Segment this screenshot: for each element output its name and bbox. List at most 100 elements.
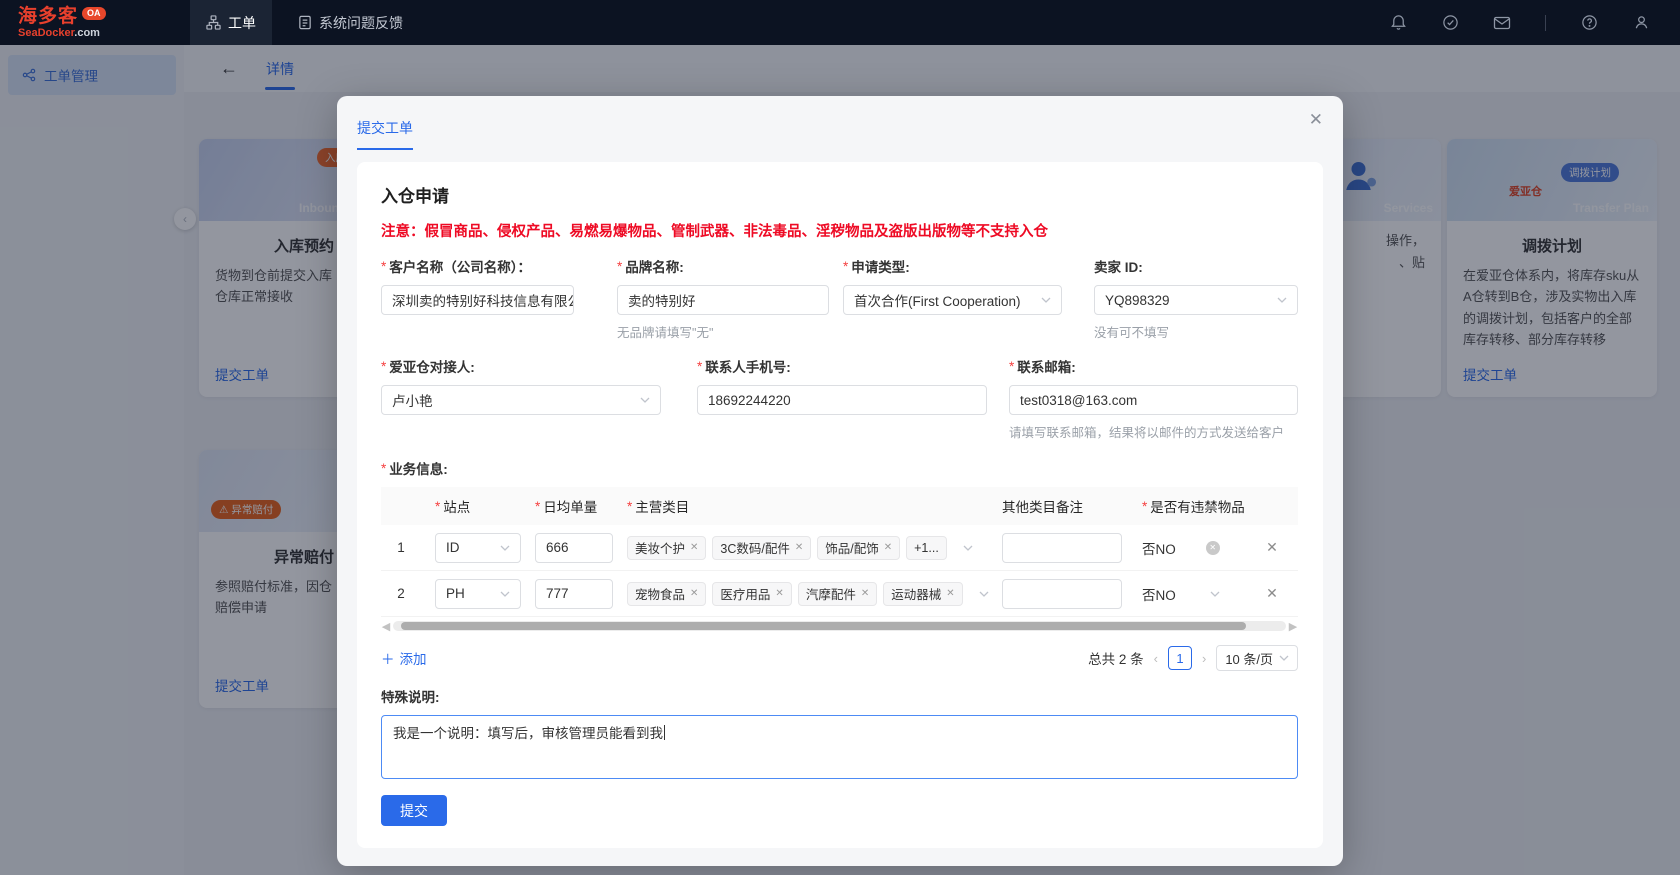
clear-icon[interactable]: ✕ (1206, 541, 1220, 555)
tag-close-icon[interactable]: ✕ (775, 588, 783, 599)
business-row-1: 1 ID 666 美妆个护✕ 3C数码/配件✕ 饰品/配饰✕ +1... (381, 525, 1246, 571)
warehouse-entry-form: 入仓申请 注意：假冒商品、侵权产品、易燃易爆物品、管制武器、非法毒品、淫秽物品及… (357, 162, 1323, 848)
tag-close-icon[interactable]: ✕ (690, 588, 698, 599)
business-table-scroll-area: *站点 *日均单量 *主营类目 其他类目备注 *是否有违禁物品 1 ID 666 (381, 487, 1246, 617)
scrollbar-thumb[interactable] (401, 622, 1246, 630)
topbar-actions (1389, 14, 1650, 32)
row-delete-button[interactable]: ✕ (1266, 585, 1278, 602)
email-hint: 请填写联系邮箱，结果将以邮件的方式发送给客户 (1009, 422, 1298, 441)
nav-feedback[interactable]: 系统问题反馈 (282, 0, 419, 45)
category-tag[interactable]: 美妆个护✕ (627, 536, 706, 560)
business-row-2: 2 PH 777 宠物食品✕ 医疗用品✕ 汽摩配件✕ 运动器械✕ (381, 571, 1246, 617)
form-row-1: *客户名称（公司名称）： 深圳卖的特别好科技信息有限公司 *品牌名称: 卖的特别… (381, 256, 1299, 341)
category-tag[interactable]: 饰品/配饰✕ (817, 536, 900, 560)
email-label: *联系邮箱: (1009, 356, 1298, 376)
daily-volume-input[interactable]: 666 (535, 533, 613, 563)
col-daily-volume: *日均单量 (521, 496, 613, 516)
chevron-down-icon (1277, 297, 1287, 303)
col-other-note: 其他类目备注 (988, 496, 1128, 516)
chevron-down-icon (1210, 591, 1220, 597)
daily-volume-input[interactable]: 777 (535, 579, 613, 609)
nav-workorder[interactable]: 工单 (190, 0, 272, 45)
prev-page-icon[interactable]: ‹ (1154, 651, 1158, 666)
category-tag[interactable]: 医疗用品✕ (712, 582, 791, 606)
page-size-select[interactable]: 10 条/页 (1216, 645, 1298, 671)
page-1-button[interactable]: 1 (1168, 646, 1192, 670)
horizontal-scrollbar[interactable]: ◀ ▶ (381, 620, 1298, 632)
row-index: 1 (381, 540, 421, 555)
category-more-tag[interactable]: +1... (906, 536, 947, 560)
chevron-down-icon (640, 397, 650, 403)
submit-button[interactable]: 提交 (381, 795, 447, 826)
contact-person-select[interactable]: 卢小艳 (381, 385, 661, 415)
scroll-left-icon[interactable]: ◀ (381, 620, 391, 633)
business-table: *站点 *日均单量 *主营类目 其他类目备注 *是否有违禁物品 1 ID 666 (381, 487, 1299, 617)
check-circle-icon[interactable] (1441, 14, 1459, 32)
tag-close-icon[interactable]: ✕ (795, 542, 803, 553)
category-multiselect[interactable]: 宠物食品✕ 医疗用品✕ 汽摩配件✕ 运动器械✕ (627, 582, 989, 606)
chevron-down-icon (963, 545, 973, 551)
category-tag[interactable]: 汽摩配件✕ (798, 582, 877, 606)
col-site: *站点 (421, 496, 521, 516)
col-prohibited: *是否有违禁物品 (1128, 496, 1246, 516)
customer-name-label: *客户名称（公司名称）： (381, 256, 617, 276)
brand-name-input[interactable]: 卖的特别好 (617, 285, 829, 315)
brand-name-label: *品牌名称: (617, 256, 843, 276)
tag-close-icon[interactable]: ✕ (946, 588, 954, 599)
chevron-down-icon (1279, 655, 1289, 661)
logo-oa-badge: OA (82, 7, 106, 20)
phone-label: *联系人手机号: (697, 356, 1009, 376)
customer-name-input[interactable]: 深圳卖的特别好科技信息有限公司 (381, 285, 574, 315)
bell-icon[interactable] (1389, 14, 1407, 32)
logo[interactable]: 海多客OA SeaDocker.com (18, 7, 168, 39)
tag-close-icon[interactable]: ✕ (884, 542, 892, 553)
nav-feedback-label: 系统问题反馈 (319, 13, 403, 33)
tag-close-icon[interactable]: ✕ (690, 542, 698, 553)
site-select[interactable]: ID (435, 533, 521, 563)
sitemap-icon (206, 15, 221, 30)
category-multiselect[interactable]: 美妆个护✕ 3C数码/配件✕ 饰品/配饰✕ +1... (627, 536, 973, 560)
next-page-icon[interactable]: › (1202, 651, 1206, 666)
seller-id-label: 卖家 ID: (1094, 256, 1298, 276)
site-select[interactable]: PH (435, 579, 521, 609)
pagination: 总共 2 条 ‹ 1 › 10 条/页 (1088, 645, 1298, 671)
chevron-down-icon (1041, 297, 1051, 303)
help-icon[interactable] (1580, 14, 1598, 32)
col-main-category: *主营类目 (613, 496, 988, 516)
row-delete-button[interactable]: ✕ (1266, 539, 1278, 556)
user-icon[interactable] (1632, 14, 1650, 32)
contact-person-label: *爱亚仓对接人: (381, 356, 697, 376)
business-info-label: *业务信息: (381, 458, 1299, 478)
app-window: 海多客OA SeaDocker.com 工单 系统问题反馈 工单管理 (0, 0, 1680, 875)
close-icon[interactable]: ✕ (1309, 110, 1323, 130)
nav-workorder-label: 工单 (228, 13, 256, 33)
prohibited-select[interactable]: 否NO ✕ (1128, 538, 1246, 558)
brand-hint: 无品牌请填写"无" (617, 322, 843, 341)
category-tag[interactable]: 3C数码/配件✕ (712, 536, 811, 560)
logo-cn: 海多客 (18, 6, 78, 27)
category-tag[interactable]: 宠物食品✕ (627, 582, 706, 606)
phone-input[interactable]: 18692244220 (697, 385, 987, 415)
business-table-actions: ✕ ✕ (1246, 487, 1298, 617)
submit-workorder-modal: ✕ 提交工单 入仓申请 注意：假冒商品、侵权产品、易燃易爆物品、管制武器、非法毒… (337, 96, 1343, 866)
tag-close-icon[interactable]: ✕ (861, 588, 869, 599)
category-tag[interactable]: 运动器械✕ (883, 582, 962, 606)
add-row-link[interactable]: ＋添加 (381, 648, 427, 668)
other-note-input[interactable] (1002, 579, 1122, 609)
table-footer: ＋添加 总共 2 条 ‹ 1 › 10 条/页 (381, 645, 1298, 671)
scroll-right-icon[interactable]: ▶ (1288, 620, 1298, 633)
tab-submit-workorder[interactable]: 提交工单 (357, 118, 413, 150)
special-note-textarea[interactable]: 我是一个说明：填写后，审核管理员能看到我 (381, 715, 1298, 779)
topbar-nav: 工单 系统问题反馈 (190, 0, 419, 45)
seller-id-select[interactable]: YQ898329 (1094, 285, 1298, 315)
other-note-input[interactable] (1002, 533, 1122, 563)
seller-id-hint: 没有可不填写 (1094, 322, 1298, 341)
warning-text: 注意：假冒商品、侵权产品、易燃易爆物品、管制武器、非法毒品、淫秽物品及盗版出版物… (381, 220, 1299, 241)
modal-tabs: 提交工单 (337, 114, 1343, 150)
apply-type-select[interactable]: 首次合作(First Cooperation) (843, 285, 1062, 315)
topbar-divider (1545, 15, 1546, 31)
apply-type-label: *申请类型: (843, 256, 1094, 276)
prohibited-select[interactable]: 否NO (1128, 584, 1246, 604)
email-input[interactable]: test0318@163.com (1009, 385, 1298, 415)
mail-icon[interactable] (1493, 14, 1511, 32)
